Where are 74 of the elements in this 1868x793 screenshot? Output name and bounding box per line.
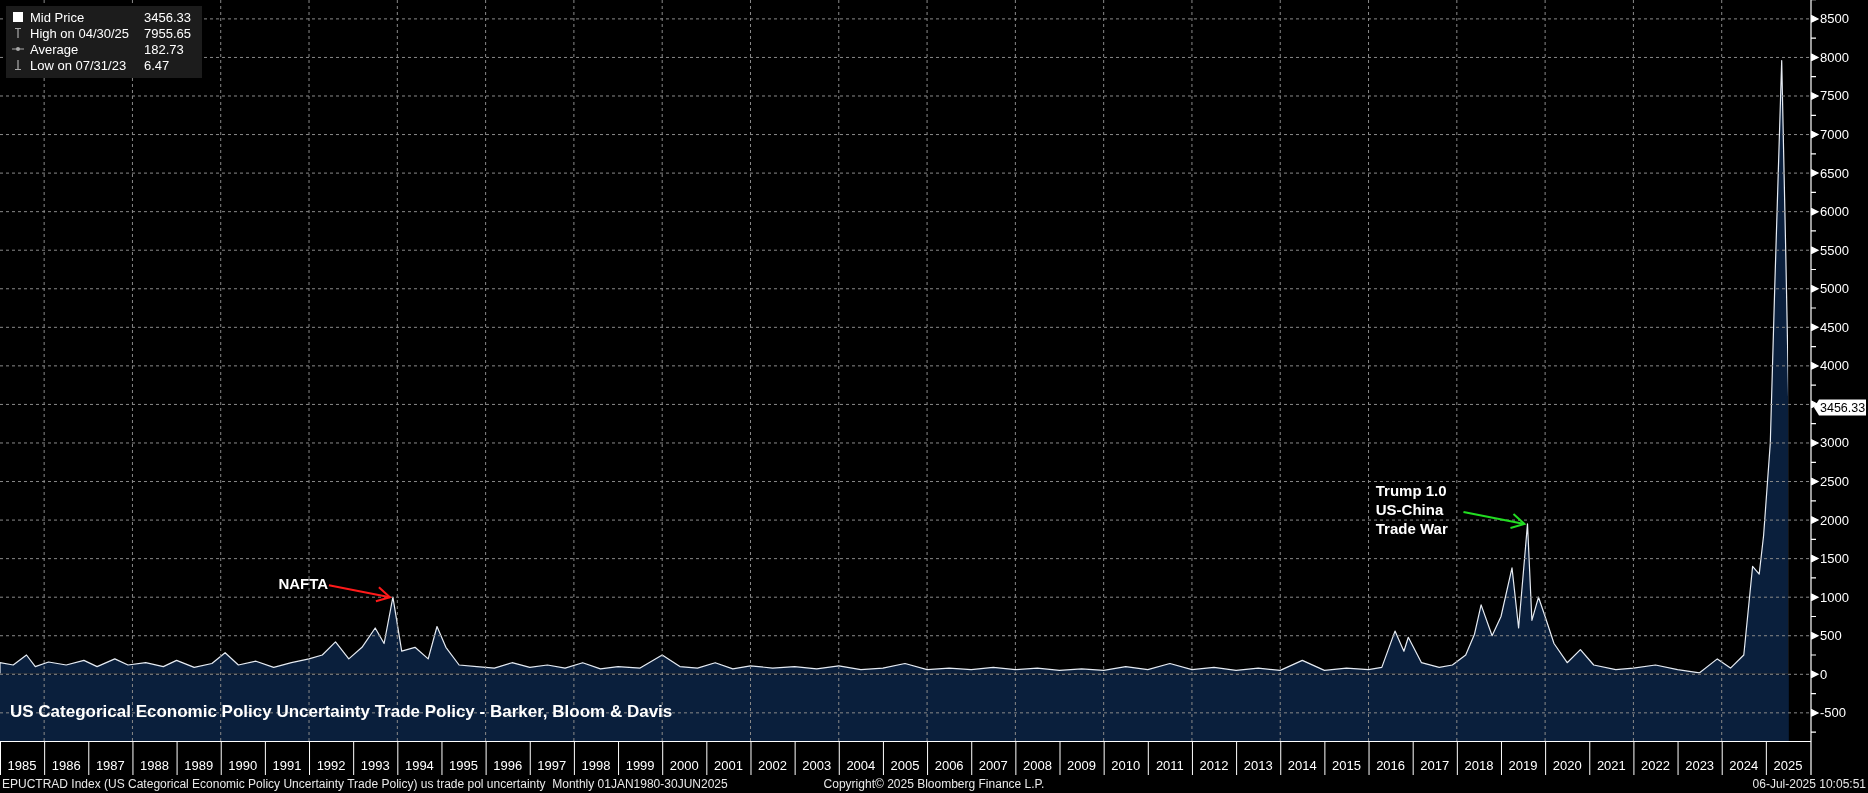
x-axis-label: 1995 [449, 758, 478, 773]
legend-label: Low on 07/31/23 [30, 58, 127, 73]
y-axis-label: 6500 [1820, 165, 1849, 181]
x-axis-label: 2001 [713, 758, 743, 773]
y-axis-label: 4000 [1820, 358, 1849, 374]
x-axis-label: 2025 [1773, 758, 1803, 773]
y-axis-label: 7000 [1820, 127, 1849, 143]
footer-description: EPUCTRAD Index (US Categorical Economic Policy Uncertainty Trade Policy) us trade pol uncertainty Monthly 01JAN1980-30JUN2025 [2, 776, 729, 793]
x-axis-label: 2013 [1243, 758, 1273, 773]
x-axis-label: 1986 [51, 758, 81, 773]
legend-label: Mid Price [30, 10, 85, 25]
x-axis-label: 2014 [1287, 758, 1317, 773]
x-axis-label: 2004 [846, 758, 876, 773]
x-axis-label: 2012 [1199, 758, 1229, 773]
x-axis-label: 2006 [934, 758, 964, 773]
x-axis-label: 2005 [890, 758, 920, 773]
y-axis-label: 500 [1820, 628, 1842, 644]
x-axis-label: 2008 [1023, 758, 1052, 773]
y-axis-label: 6000 [1820, 204, 1849, 220]
x-axis-label: 1996 [493, 758, 523, 773]
y-axis-label: 4500 [1820, 319, 1849, 335]
x-axis-label: 2019 [1508, 758, 1538, 773]
x-axis-label: 2011 [1155, 758, 1184, 773]
footer-timestamp: 06-Jul-2025 10:05:51 [1751, 776, 1866, 793]
x-axis-label: 2022 [1641, 758, 1670, 773]
footer-copyright: Copyright© 2025 Bloomberg Finance L.P. [823, 776, 1045, 793]
x-axis-label: 1997 [537, 758, 567, 773]
x-axis-label: 1990 [228, 758, 258, 773]
y-axis-label: 8000 [1820, 49, 1849, 65]
y-axis-label: 2000 [1820, 512, 1849, 528]
legend-value: 3456.33 [144, 10, 191, 25]
x-axis-label: 2020 [1552, 758, 1582, 773]
x-axis-label: 2021 [1596, 758, 1626, 773]
y-axis-label: 8500 [1820, 11, 1849, 27]
y-axis-label: 3000 [1820, 435, 1849, 451]
legend-value: 6.47 [144, 58, 170, 73]
x-axis-label: 1999 [625, 758, 655, 773]
x-axis-label: 1992 [316, 758, 346, 773]
y-axis-label: 1000 [1820, 589, 1849, 605]
annotation-label: Trump 1.0 US-China Trade War [1375, 482, 1448, 538]
y-axis-label: 0 [1820, 666, 1828, 682]
y-axis-label: 5000 [1820, 281, 1849, 297]
y-axis-label: 2500 [1820, 474, 1849, 490]
x-axis-label: 2000 [669, 758, 699, 773]
legend-value: 7955.65 [144, 26, 191, 41]
x-axis-label: 2010 [1111, 758, 1141, 773]
y-axis-label: 5500 [1820, 242, 1849, 258]
x-axis-label: 2016 [1376, 758, 1406, 773]
y-axis-label: -500 [1820, 705, 1847, 721]
x-axis-label: 2007 [978, 758, 1008, 773]
annotation-label: NAFTA [278, 574, 329, 592]
x-axis-label: 2009 [1067, 758, 1097, 773]
legend-label: Average [30, 42, 79, 57]
x-axis-label: 1989 [184, 758, 214, 773]
x-axis-label: 2017 [1420, 758, 1450, 773]
x-axis-label: 2018 [1464, 758, 1494, 773]
x-axis-label: 1991 [272, 758, 302, 773]
x-axis-label: 2015 [1332, 758, 1361, 773]
y-axis-label: 7500 [1820, 88, 1849, 104]
x-axis-label: 1985 [7, 758, 37, 773]
legend-value: 182.73 [144, 42, 184, 57]
y-axis-label: 1500 [1820, 551, 1849, 567]
x-axis-label: 1998 [581, 758, 611, 773]
x-axis-label: 1994 [404, 758, 434, 773]
chart-title: US Categorical Economic Policy Uncertainty Trade Policy - Barker, Bloom & Davis [10, 702, 673, 721]
x-axis-label: 1993 [360, 758, 390, 773]
x-axis-label: 2002 [758, 758, 787, 773]
price-tag: 3456.33 [1814, 399, 1866, 416]
x-axis-label: 1988 [140, 758, 169, 773]
legend-label: High on 04/30/25 [30, 26, 130, 41]
x-axis-label: 2023 [1685, 758, 1715, 773]
x-axis-label: 2024 [1729, 758, 1759, 773]
x-axis-label: 1987 [95, 758, 125, 773]
x-axis-label: 2003 [802, 758, 832, 773]
